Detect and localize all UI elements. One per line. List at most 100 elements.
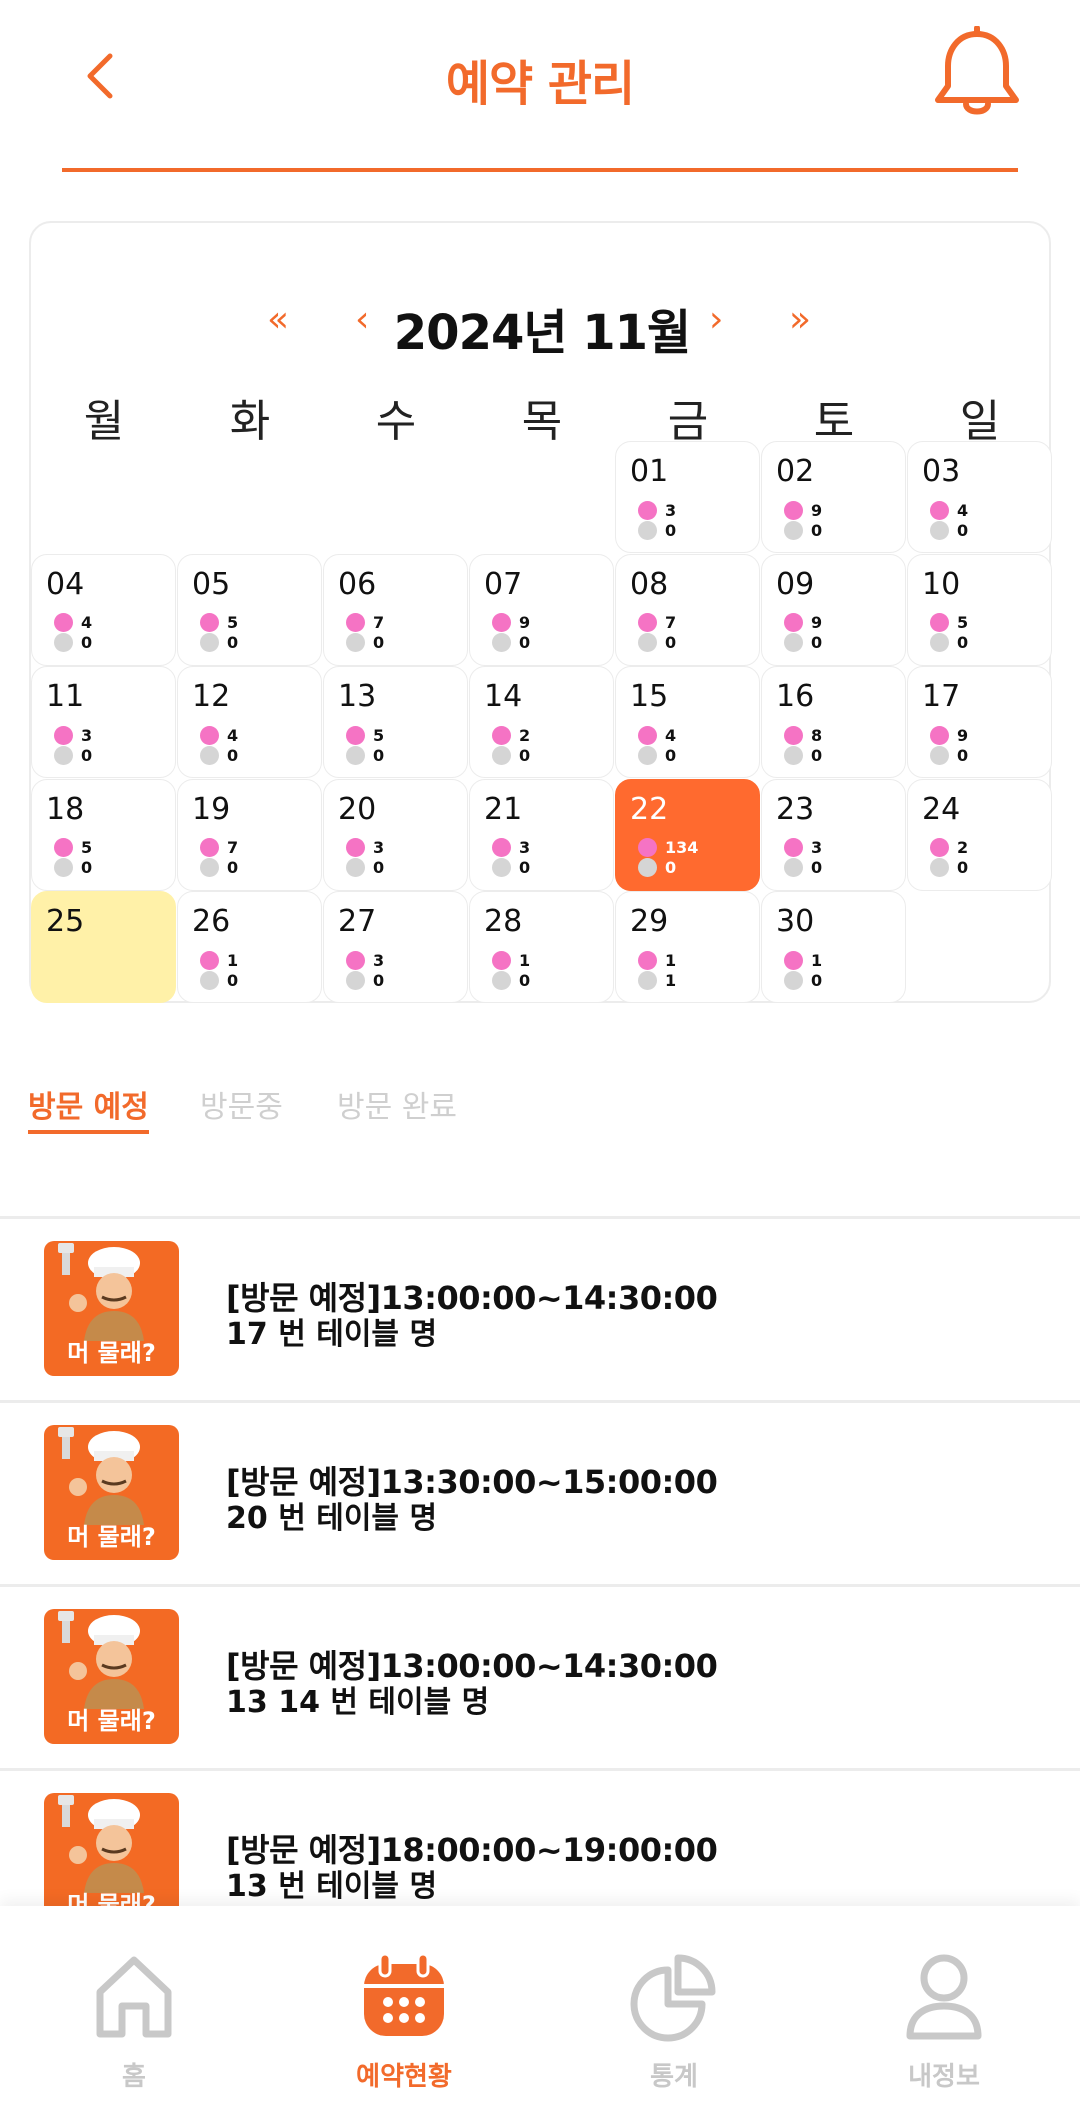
reserved-count-row: 8 [784,725,822,745]
pink-dot-icon [784,950,803,970]
calendar-day[interactable]: 28 1 0 [469,891,614,1003]
calendar-day[interactable]: 03 4 0 [907,441,1052,553]
calendar-day[interactable]: 29 1 1 [615,891,760,1003]
app-header: 예약 관리 [0,0,1080,175]
reserved-count: 5 [373,725,385,745]
calendar-day[interactable]: 08 7 0 [615,553,760,666]
calendar-day[interactable]: 25 [31,891,176,1003]
pink-dot-icon [930,500,949,520]
cancelled-count: 0 [519,633,531,652]
cancelled-count-row: 0 [784,633,822,653]
reservation-table: 13 번 테이블 명 [226,1869,438,1904]
calendar-day[interactable]: 18 5 0 [31,778,176,891]
calendar-day[interactable]: 09 9 0 [761,553,906,666]
calendar-day[interactable]: 16 8 0 [761,666,906,778]
calendar-day[interactable]: 05 5 0 [177,553,322,666]
notification-button[interactable] [932,25,1022,122]
logo-text: 머 물래? [67,1339,156,1367]
calendar-day[interactable]: 01 3 0 [615,441,760,553]
cancelled-count-row: 0 [784,745,822,765]
calendar-day[interactable]: 02 9 0 [761,441,906,553]
nav-stats[interactable]: 통계 [574,1948,774,2098]
calendar-day[interactable]: 07 9 0 [469,553,614,666]
cancelled-count: 0 [665,520,677,540]
day-number: 11 [46,679,85,714]
gray-dot-icon [200,970,219,990]
weekday-header: 월 화 수 목 금 토 일 [31,385,1053,447]
reserved-count-row: 7 [200,838,238,858]
cancelled-count: 0 [227,633,239,652]
calendar-day[interactable]: 11 3 0 [31,666,176,778]
day-number: 16 [776,679,815,714]
cancelled-count: 0 [373,970,385,990]
reserved-count: 7 [373,613,385,632]
day-number: 03 [922,454,961,489]
day-number: 21 [484,791,523,827]
pink-dot-icon [784,838,803,857]
reservation-item[interactable]: 머 물래? [방문 예정]13:30:00~15:00:00 20 번 테이블 명 [0,1400,1080,1584]
next-year-button[interactable]: » [789,299,811,340]
gray-dot-icon [54,745,73,765]
logo-text: 머 물래? [67,1523,156,1551]
gray-dot-icon [638,970,657,990]
weekday-label: 월 [83,396,125,447]
next-month-button[interactable]: › [709,299,723,340]
tab-completed[interactable]: 방문 완료 [337,1082,457,1126]
nav-my-info[interactable]: 내정보 [844,1948,1044,2098]
gray-dot-icon [638,745,657,765]
day-number: 09 [776,566,815,602]
calendar-day[interactable]: 19 7 0 [177,778,322,891]
gray-dot-icon [784,745,803,765]
pink-dot-icon [638,613,657,632]
calendar-icon [364,1952,444,2036]
reservation-item[interactable]: 머 물래? [방문 예정]13:00:00~14:30:00 17 번 테이블 명 [0,1216,1080,1400]
calendar-day[interactable]: 21 3 0 [469,778,614,891]
reserved-count-row: 1 [784,950,822,970]
reserved-count: 9 [957,725,969,745]
reserved-count-row: 3 [492,838,530,858]
cancelled-count: 0 [519,970,531,990]
calendar-day[interactable]: 23 3 0 [761,778,906,891]
pie-chart-icon [630,1954,716,2042]
day-number: 30 [776,904,815,939]
calendar-day[interactable]: 15 4 0 [615,666,760,778]
calendar-day[interactable]: 17 9 0 [907,666,1052,778]
calendar-day[interactable]: 06 7 0 [323,553,468,666]
reserved-count-row: 2 [930,838,968,858]
tab-visiting[interactable]: 방문중 [200,1082,283,1126]
calendar-day[interactable]: 27 3 0 [323,891,468,1003]
gray-dot-icon [784,970,803,990]
calendar-day[interactable]: 12 4 0 [177,666,322,778]
reserved-count: 5 [81,838,93,857]
cancelled-count: 0 [811,858,823,877]
calendar-day[interactable]: 10 5 0 [907,553,1052,666]
calendar-day[interactable]: 26 1 0 [177,891,322,1003]
cancelled-count-row: 0 [54,633,92,653]
reservation-item[interactable]: 머 물래? [방문 예정]13:00:00~14:30:00 13 14 번 테이블… [0,1584,1080,1768]
calendar-day[interactable]: 22 134 0 [615,778,760,891]
calendar-day[interactable]: 24 2 0 [907,778,1052,891]
weekday-label: 화 [229,396,271,447]
pink-dot-icon [54,838,73,857]
reserved-count: 4 [665,725,677,745]
calendar-day[interactable]: 04 4 0 [31,553,176,666]
reserved-count-row: 7 [346,613,384,633]
gray-dot-icon [930,633,949,652]
reserved-count: 7 [227,838,239,857]
calendar-day[interactable]: 14 2 0 [469,666,614,778]
calendar-day[interactable]: 30 1 0 [761,891,906,1003]
calendar-day[interactable]: 13 5 0 [323,666,468,778]
tab-scheduled[interactable]: 방문 예정 [28,1082,149,1134]
pink-dot-icon [200,725,219,745]
nav-reservations[interactable]: 예약현황 [304,1948,504,2098]
day-number: 25 [46,904,85,939]
reserved-count: 1 [811,950,823,970]
reserved-count: 4 [957,500,969,520]
nav-home[interactable]: 홈 [34,1948,234,2098]
gray-dot-icon [638,858,657,877]
gray-dot-icon [346,745,365,765]
calendar-day[interactable]: 20 3 0 [323,778,468,891]
day-number: 28 [484,904,523,939]
cancelled-count: 0 [811,520,823,540]
cancelled-count-row: 0 [930,520,968,540]
